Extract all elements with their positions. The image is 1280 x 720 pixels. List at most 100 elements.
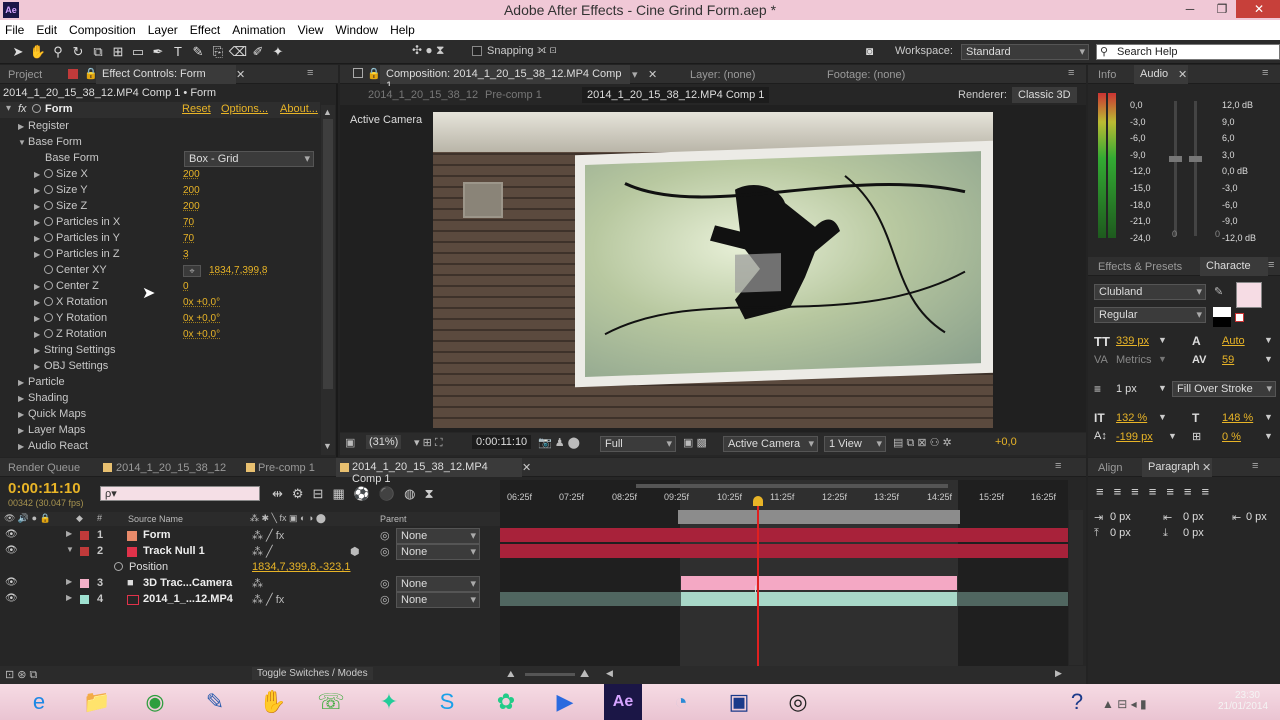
position-value[interactable]: 1834,7,399,8,-323,1 — [252, 561, 350, 573]
audio-slider-right[interactable] — [1189, 101, 1202, 236]
white-swatch[interactable] — [1213, 307, 1231, 317]
playhead[interactable] — [757, 502, 759, 666]
panel-menu-icon[interactable]: ≡ — [307, 67, 313, 79]
stroke-width-value[interactable]: 1 px — [1116, 383, 1137, 395]
app-icon-blue[interactable]: ◔ — [662, 684, 700, 720]
crosshair-icon[interactable]: ⌖ — [183, 265, 201, 277]
type-tool-icon[interactable]: T — [168, 42, 188, 62]
minimize-button[interactable]: ─ — [1175, 0, 1205, 18]
section-audio-react[interactable]: ▶ Audio React — [18, 440, 88, 456]
layer-name[interactable]: 3D Trac...Camera — [143, 577, 232, 589]
baseline-shift-value[interactable]: -199 px — [1116, 431, 1153, 443]
time-navigator[interactable] — [636, 484, 948, 488]
ie-icon[interactable]: e — [20, 684, 58, 720]
label-color-icon[interactable] — [80, 579, 89, 588]
menu-animation[interactable]: Animation — [227, 20, 292, 37]
tab-timeline-comp[interactable]: 2014_1_20_15_38_12 — [116, 462, 226, 474]
reset-link[interactable]: Reset — [182, 103, 211, 115]
pen-tablet-icon[interactable]: ✎ — [196, 684, 234, 720]
fill-color-swatch[interactable] — [1236, 282, 1262, 308]
pickwhip-icon[interactable]: ◎ — [380, 593, 390, 606]
y-rotation-value[interactable]: 0x +0,0° — [183, 313, 220, 324]
size-y-value[interactable]: 200 — [183, 185, 200, 196]
property-row-position[interactable]: Position 1834,7,399,8,-323,1 — [0, 560, 500, 576]
hand-app-icon[interactable]: ✋ — [254, 684, 292, 720]
x-rotation-value[interactable]: 0x +0,0° — [183, 297, 220, 308]
panel-menu-icon[interactable]: ≡ — [1068, 67, 1074, 79]
puppet-pin-tool-icon[interactable]: ✦ — [268, 42, 288, 62]
scroll-left-icon[interactable]: ◀ — [606, 668, 613, 679]
whatsapp-icon[interactable]: ☏ — [312, 684, 350, 720]
parent-header[interactable]: Parent — [380, 514, 407, 524]
pickwhip-icon[interactable]: ◎ — [380, 545, 390, 558]
menu-help[interactable]: Help — [385, 20, 422, 37]
expand-triangle[interactable]: ▾ — [6, 103, 11, 114]
stroke-type-select[interactable]: Fill Over Stroke — [1172, 381, 1276, 397]
label-color-icon[interactable] — [80, 547, 89, 556]
playhead-handle[interactable] — [753, 496, 763, 506]
options-link[interactable]: Options... — [221, 103, 268, 115]
zoom-tool-icon[interactable]: ⚲ — [48, 42, 68, 62]
layer-row-1[interactable]: 👁 ▶ 1 Form ⁂ ╱ fx ◎ None — [0, 528, 500, 544]
prop-size-z[interactable]: ▶ Size Z — [34, 200, 87, 216]
scrollbar-thumb[interactable] — [323, 119, 333, 389]
layer-switches[interactable]: ⁂ ╱ — [252, 545, 273, 558]
parent-select[interactable]: None — [396, 576, 480, 592]
chrome-icon[interactable]: ◉ — [136, 684, 174, 720]
label-color-icon[interactable] — [80, 531, 89, 540]
layer-bar-camera[interactable] — [681, 576, 957, 590]
source-name-header[interactable]: Source Name — [128, 514, 183, 524]
close-tab-icon[interactable]: ✕ — [648, 68, 657, 81]
parent-select[interactable]: None — [396, 528, 480, 544]
space-before-value[interactable]: 0 px — [1110, 527, 1131, 539]
region-icon[interactable]: ▣ ▩ — [683, 436, 707, 449]
expand-layer-icon[interactable]: ▶ — [66, 577, 72, 586]
time-graph[interactable]: 06:25f 07:25f 08:25f 09:25f 10:25f 11:25… — [500, 480, 1068, 666]
prop-y-rotation[interactable]: ▶ Y Rotation — [34, 312, 107, 328]
fx-icon[interactable]: fx — [18, 103, 27, 115]
search-help-field[interactable]: ⚲ Search Help — [1096, 44, 1280, 60]
prop-particles-x[interactable]: ▶ Particles in X — [34, 216, 120, 232]
toggle-switches-button[interactable]: Toggle Switches / Modes — [252, 667, 373, 680]
crumb-active-comp[interactable]: 2014_1_20_15_38_12.MP4 Comp 1 — [582, 87, 770, 103]
layer-row-4[interactable]: 👁 ▶ 4 2014_1_...12.MP4 ⁂ ╱ fx ◎ None — [0, 592, 500, 608]
tab-character[interactable]: Characte — [1200, 257, 1268, 276]
menu-view[interactable]: View — [293, 20, 331, 37]
tab-align[interactable]: Align — [1098, 462, 1122, 474]
stopwatch-icon[interactable] — [114, 562, 123, 571]
timeline-timecode[interactable]: 0:00:11:10 — [8, 480, 81, 497]
kerning-value[interactable]: Metrics — [1116, 354, 1151, 366]
tab-render-queue[interactable]: Render Queue — [8, 462, 80, 474]
obs-icon[interactable]: ◎ — [779, 684, 817, 720]
layer-switches[interactable]: ⁂ ╱ fx — [252, 593, 284, 606]
menu-composition[interactable]: Composition — [64, 20, 143, 37]
panel-menu-icon[interactable]: ≡ — [1055, 460, 1061, 472]
resolution-select[interactable]: Full — [600, 436, 676, 452]
tab-layer[interactable]: Layer: (none) — [690, 69, 755, 81]
tab-timeline-active[interactable]: 2014_1_20_15_38_12.MP4 Comp 1 — [336, 458, 522, 485]
tab-footage[interactable]: Footage: (none) — [827, 69, 905, 81]
audio-slider-left[interactable] — [1169, 101, 1182, 236]
prop-particles-y[interactable]: ▶ Particles in Y — [34, 232, 120, 248]
time-ruler[interactable]: 06:25f 07:25f 08:25f 09:25f 10:25f 11:25… — [500, 490, 1068, 508]
snapping-checkbox[interactable] — [472, 46, 482, 56]
center-z-value[interactable]: 0 — [183, 281, 189, 292]
prop-x-rotation[interactable]: ▶ X Rotation — [34, 296, 107, 312]
help-icon[interactable]: ? — [1058, 684, 1096, 720]
selection-tool-icon[interactable]: ➤ — [8, 42, 28, 62]
close-tab-icon[interactable]: ✕ — [1202, 461, 1211, 474]
indent-left-value[interactable]: 0 px — [1110, 511, 1131, 523]
tab-timeline-precomp[interactable]: Pre-comp 1 — [258, 462, 315, 474]
media-player-icon[interactable]: ▶ — [546, 684, 584, 720]
exposure-value[interactable]: +0,0 — [995, 436, 1017, 448]
crumb-comp-1[interactable]: 2014_1_20_15_38_12 — [368, 89, 478, 101]
prop-center-z[interactable]: ▶ Center Z — [34, 280, 99, 296]
no-stroke-icon[interactable] — [1235, 313, 1244, 322]
layer-switches[interactable]: ⁂ — [252, 577, 263, 590]
size-z-value[interactable]: 200 — [183, 201, 200, 212]
effect-toggle-icon[interactable] — [32, 104, 41, 113]
tab-info[interactable]: Info — [1098, 69, 1116, 81]
snapping-options-icon[interactable]: ⟗ ⊡ — [537, 44, 557, 57]
pickwhip-icon[interactable]: ◎ — [380, 577, 390, 590]
visibility-icon[interactable]: 👁 — [5, 593, 18, 604]
